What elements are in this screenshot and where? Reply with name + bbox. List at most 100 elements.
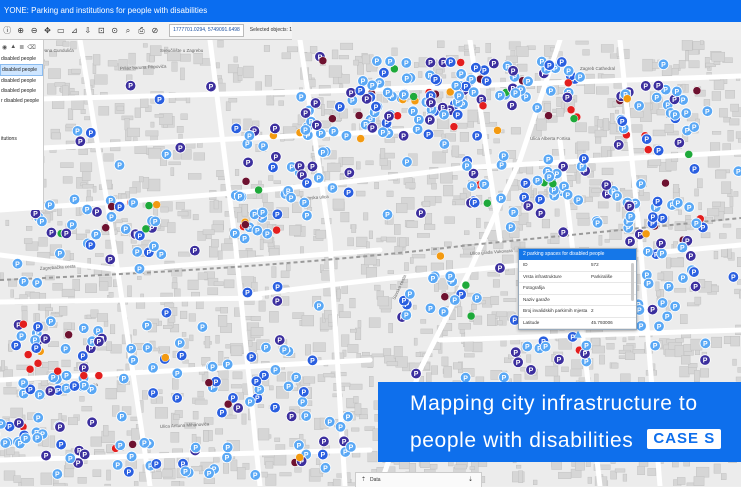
institution-marker[interactable] bbox=[457, 58, 465, 66]
clear-icon[interactable]: ⊘ bbox=[150, 25, 160, 36]
zoom-in-icon[interactable]: ⊕ bbox=[15, 25, 25, 36]
search-icon[interactable]: ⌕ bbox=[123, 25, 133, 36]
institution-marker[interactable] bbox=[255, 186, 263, 194]
popup-scrollbar[interactable] bbox=[631, 263, 634, 301]
building-block bbox=[274, 181, 281, 184]
institution-marker[interactable] bbox=[545, 112, 553, 120]
institution-marker[interactable] bbox=[410, 93, 418, 101]
parking-marker-letter: P bbox=[175, 371, 180, 378]
institution-marker[interactable] bbox=[80, 372, 88, 380]
institution-marker[interactable] bbox=[129, 440, 137, 448]
institution-marker[interactable] bbox=[241, 221, 249, 229]
institution-marker[interactable] bbox=[273, 226, 281, 234]
building-block bbox=[546, 366, 558, 376]
institution-marker[interactable] bbox=[95, 372, 103, 380]
layer-item[interactable]: disabled people bbox=[0, 76, 43, 86]
institution-marker[interactable] bbox=[564, 79, 572, 87]
institution-marker[interactable] bbox=[19, 320, 27, 328]
parking-marker-letter: P bbox=[349, 90, 354, 97]
institution-marker[interactable] bbox=[205, 379, 213, 387]
institution-marker[interactable] bbox=[145, 202, 153, 210]
parking-marker-letter: P bbox=[620, 119, 625, 126]
institution-marker[interactable] bbox=[224, 400, 232, 408]
zoom-out-icon[interactable]: ⊖ bbox=[29, 25, 39, 36]
building-block bbox=[388, 271, 394, 274]
building-block bbox=[700, 41, 703, 45]
institution-marker[interactable] bbox=[693, 87, 701, 95]
measure-icon[interactable]: ⊿ bbox=[69, 25, 79, 36]
institution-marker[interactable] bbox=[483, 199, 491, 207]
building-block bbox=[229, 98, 237, 102]
info-tool-icon[interactable]: ⓘ bbox=[2, 25, 12, 36]
institution-marker[interactable] bbox=[570, 115, 578, 123]
institution-marker[interactable] bbox=[54, 367, 62, 375]
institution-marker[interactable] bbox=[357, 135, 365, 143]
institution-marker[interactable] bbox=[644, 146, 652, 154]
building-block bbox=[696, 467, 709, 477]
building-block bbox=[412, 254, 425, 258]
parking-marker-letter: P bbox=[492, 61, 497, 68]
pan-icon[interactable]: ✥ bbox=[42, 25, 52, 36]
layer-tool-0-icon[interactable]: ◉ bbox=[2, 44, 7, 51]
building-block bbox=[584, 83, 594, 93]
building-block bbox=[41, 473, 52, 485]
layer-item[interactable]: disabled people bbox=[0, 86, 43, 96]
building-block bbox=[421, 319, 426, 323]
institution-marker[interactable] bbox=[623, 95, 631, 103]
parking-marker-letter: P bbox=[145, 323, 150, 330]
institution-marker[interactable] bbox=[102, 224, 110, 232]
institution-marker[interactable] bbox=[142, 225, 150, 233]
parking-marker-letter: P bbox=[68, 456, 73, 463]
building-block bbox=[218, 40, 224, 47]
institution-marker[interactable] bbox=[479, 102, 487, 110]
expand-up-icon[interactable]: ⇡ bbox=[361, 473, 366, 487]
institution-marker[interactable] bbox=[319, 57, 327, 65]
institution-marker[interactable] bbox=[65, 331, 73, 339]
building-block bbox=[94, 75, 107, 84]
print-icon[interactable]: ⎙ bbox=[136, 25, 146, 36]
institution-marker[interactable] bbox=[494, 126, 502, 134]
institution-marker[interactable] bbox=[161, 354, 169, 362]
layer-tool-2-icon[interactable]: ≣ bbox=[19, 44, 24, 51]
select-icon[interactable]: ▭ bbox=[56, 25, 66, 36]
institution-marker[interactable] bbox=[394, 112, 402, 120]
layer-item[interactable]: disabled people bbox=[0, 54, 43, 64]
institution-marker[interactable] bbox=[355, 111, 363, 119]
building-block bbox=[737, 228, 741, 238]
layer-item[interactable]: disabled people bbox=[0, 64, 43, 76]
institution-marker[interactable] bbox=[467, 312, 475, 320]
institution-marker[interactable] bbox=[642, 230, 650, 238]
institution-marker[interactable] bbox=[436, 252, 444, 260]
data-panel-bar[interactable]: ⇡ Data ⇣ bbox=[355, 472, 482, 487]
institution-marker[interactable] bbox=[450, 123, 458, 131]
institution-marker[interactable] bbox=[26, 365, 34, 373]
parking-marker-letter: P bbox=[43, 336, 48, 343]
institution-marker[interactable] bbox=[24, 351, 32, 359]
building-block bbox=[84, 116, 89, 119]
building-block bbox=[258, 429, 269, 440]
layer-item[interactable]: itutions bbox=[0, 134, 43, 144]
institution-marker[interactable] bbox=[441, 293, 449, 301]
institution-marker[interactable] bbox=[328, 115, 336, 123]
zoom-extent-icon[interactable]: ⊡ bbox=[96, 25, 106, 36]
layer-panel-tools: ◉▲≣⌫ bbox=[0, 40, 43, 54]
institution-marker[interactable] bbox=[153, 201, 161, 209]
institution-marker[interactable] bbox=[242, 177, 250, 185]
institution-marker[interactable] bbox=[685, 150, 693, 158]
target-icon[interactable]: ⊙ bbox=[109, 25, 119, 36]
expand-down-icon[interactable]: ⇣ bbox=[468, 473, 473, 487]
building-block bbox=[39, 238, 48, 247]
institution-marker[interactable] bbox=[462, 281, 470, 289]
institution-marker[interactable] bbox=[296, 453, 304, 461]
parking-marker-letter: P bbox=[177, 341, 182, 348]
institution-marker[interactable] bbox=[567, 106, 575, 114]
parking-marker-letter: P bbox=[321, 150, 326, 157]
data-tab[interactable]: Data bbox=[370, 473, 381, 487]
layer-tool-3-icon[interactable]: ⌫ bbox=[27, 44, 35, 51]
institution-marker[interactable] bbox=[661, 179, 669, 187]
institution-marker[interactable] bbox=[34, 359, 42, 367]
download-icon[interactable]: ⇩ bbox=[83, 25, 93, 36]
building-block bbox=[623, 474, 627, 481]
layer-tool-1-icon[interactable]: ▲ bbox=[10, 44, 16, 50]
layer-item[interactable]: r disabled people bbox=[0, 96, 43, 106]
